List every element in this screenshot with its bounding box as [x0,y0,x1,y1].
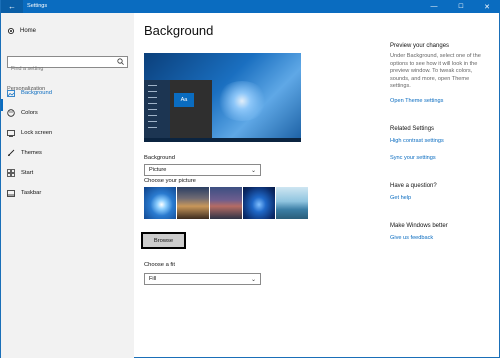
preview-windows-logo [216,81,268,121]
browse-button[interactable]: Browse [141,232,186,249]
window-title: Settings [27,3,48,9]
close-icon: ✕ [484,3,490,11]
maximize-icon: ☐ [458,4,464,10]
picture-thumbnail-1[interactable] [144,187,176,219]
preview-start-menu [144,80,170,142]
sidebar-home[interactable]: Home [7,27,36,35]
preview-heading: Preview your changes [390,43,450,49]
picture-thumbnail-3[interactable] [210,187,242,219]
get-help-link[interactable]: Get help [390,195,411,201]
sidebar-item-label: Taskbar [21,190,42,196]
background-value: Picture [149,167,167,173]
back-arrow-icon: ← [8,1,16,11]
main-content: Background Aa Background Picture ⌄ Choos… [135,13,500,358]
fit-dropdown[interactable]: Fill ⌄ [144,273,261,285]
page-title: Background [144,23,214,38]
home-label: Home [20,28,37,34]
sidebar-item-colors[interactable]: Colors [7,109,38,117]
picture-thumbnails [144,187,308,219]
maximize-button[interactable]: ☐ [448,0,474,13]
sync-settings-link[interactable]: Sync your settings [390,155,436,161]
sidebar-item-start[interactable]: Start [7,169,33,177]
minimize-icon: — [430,3,438,10]
active-indicator [1,99,3,111]
fit-label: Choose a fit [144,262,175,268]
palette-icon [7,109,15,117]
grid-icon [7,169,15,177]
background-label: Background [144,155,175,161]
preview-tile: Aa [174,93,194,107]
sidebar-item-taskbar[interactable]: Taskbar [7,189,41,197]
search-field[interactable] [7,56,128,74]
brush-icon [7,149,15,157]
search-icon [117,58,124,67]
preview-window [170,80,212,142]
gear-icon [7,27,15,35]
monitor-icon [7,129,15,137]
settings-window: ← Settings — ☐ ✕ Home Personalization Ba… [0,0,500,358]
image-icon [7,89,15,97]
sidebar-item-label: Background [21,90,52,96]
sidebar-item-background[interactable]: Background [7,89,52,97]
sidebar-item-label: Colors [21,110,38,116]
question-heading: Have a question? [390,183,437,189]
preview-description: Under Background, select one of the opti… [390,53,481,90]
sidebar-item-label: Themes [21,150,42,156]
chevron-down-icon: ⌄ [250,168,256,174]
close-button[interactable]: ✕ [474,0,500,13]
open-theme-settings-link[interactable]: Open Theme settings [390,98,443,104]
feedback-heading: Make Windows better [390,223,448,229]
background-dropdown[interactable]: Picture ⌄ [144,164,261,176]
search-input[interactable] [8,64,115,74]
sidebar-item-lock-screen[interactable]: Lock screen [7,129,52,137]
sidebar-item-label: Lock screen [21,130,53,136]
choose-picture-label: Choose your picture [144,178,196,184]
give-feedback-link[interactable]: Give us feedback [390,235,433,241]
minimize-button[interactable]: — [421,0,447,13]
taskbar-icon [7,189,15,197]
picture-thumbnail-5[interactable] [276,187,308,219]
sidebar-item-themes[interactable]: Themes [7,149,42,157]
picture-thumbnail-4[interactable] [243,187,275,219]
background-preview: Aa [144,53,301,142]
sidebar-item-label: Start [21,170,34,176]
back-button[interactable]: ← [1,0,23,13]
related-settings-heading: Related Settings [390,126,435,132]
picture-thumbnail-2[interactable] [177,187,209,219]
sidebar: Home Personalization Background Colors [1,13,134,358]
chevron-down-icon: ⌄ [250,277,256,283]
preview-taskbar [144,138,301,142]
title-bar: ← Settings — ☐ ✕ [1,0,500,13]
high-contrast-link[interactable]: High contrast settings [390,138,444,144]
fit-value: Fill [149,276,157,282]
